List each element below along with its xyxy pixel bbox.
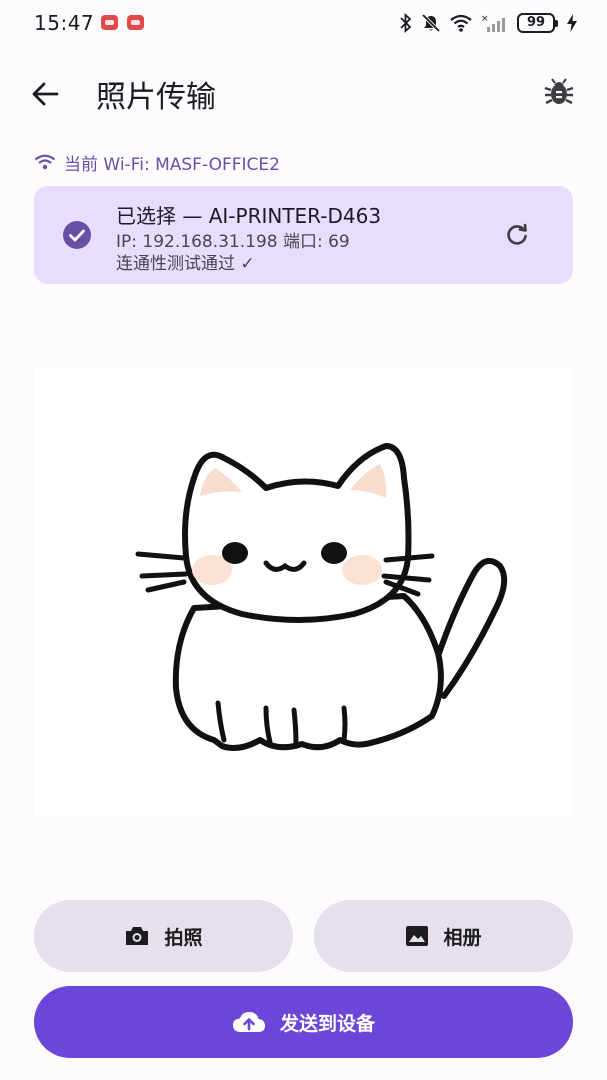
bluetooth-icon bbox=[400, 13, 412, 33]
camera-icon bbox=[126, 927, 149, 945]
connectivity-status: 连通性测试通过 ✓ bbox=[116, 254, 255, 274]
send-button-label: 发送到设备 bbox=[279, 1012, 375, 1035]
wifi-icon bbox=[34, 154, 56, 170]
back-button[interactable] bbox=[28, 76, 64, 112]
top-app-bar: 照片传输 bbox=[0, 60, 607, 124]
bell-muted-icon bbox=[421, 13, 441, 33]
status-time: 15:47 bbox=[34, 11, 95, 35]
camera-button-label: 拍照 bbox=[164, 926, 203, 949]
gallery-button-label: 相册 bbox=[443, 926, 482, 949]
gallery-button[interactable]: 相册 bbox=[314, 900, 573, 972]
signal-icon: × bbox=[481, 14, 505, 32]
refresh-icon bbox=[507, 223, 527, 245]
check-circle-icon bbox=[63, 221, 91, 249]
image-icon bbox=[406, 926, 429, 946]
status-bar: 15:47 × 99 bbox=[0, 0, 607, 46]
debug-button[interactable] bbox=[541, 74, 577, 110]
app-notification-icon bbox=[101, 15, 118, 30]
arrow-left-icon bbox=[32, 82, 59, 106]
battery-indicator: 99 bbox=[517, 13, 558, 33]
device-name: 已选择 — AI-PRINTER-D463 bbox=[116, 204, 382, 228]
cloud-upload-icon bbox=[232, 1012, 265, 1032]
app-notification-icon bbox=[127, 15, 144, 30]
page-title: 照片传输 bbox=[96, 80, 216, 115]
wifi-label: 当前 Wi-Fi: MASF-OFFICE2 bbox=[64, 154, 280, 175]
photo-preview bbox=[34, 368, 573, 816]
bug-icon bbox=[544, 78, 574, 105]
selected-device-card[interactable]: 已选择 — AI-PRINTER-D463 IP: 192.168.31.198… bbox=[34, 186, 573, 284]
refresh-button[interactable] bbox=[503, 221, 531, 249]
cat-illustration bbox=[135, 443, 508, 751]
wifi-icon bbox=[450, 14, 472, 32]
current-wifi: 当前 Wi-Fi: MASF-OFFICE2 bbox=[34, 150, 280, 175]
charging-icon bbox=[567, 14, 577, 32]
camera-button[interactable]: 拍照 bbox=[34, 900, 293, 972]
send-to-device-button[interactable]: 发送到设备 bbox=[34, 986, 573, 1058]
svg-text:×: × bbox=[481, 14, 489, 24]
